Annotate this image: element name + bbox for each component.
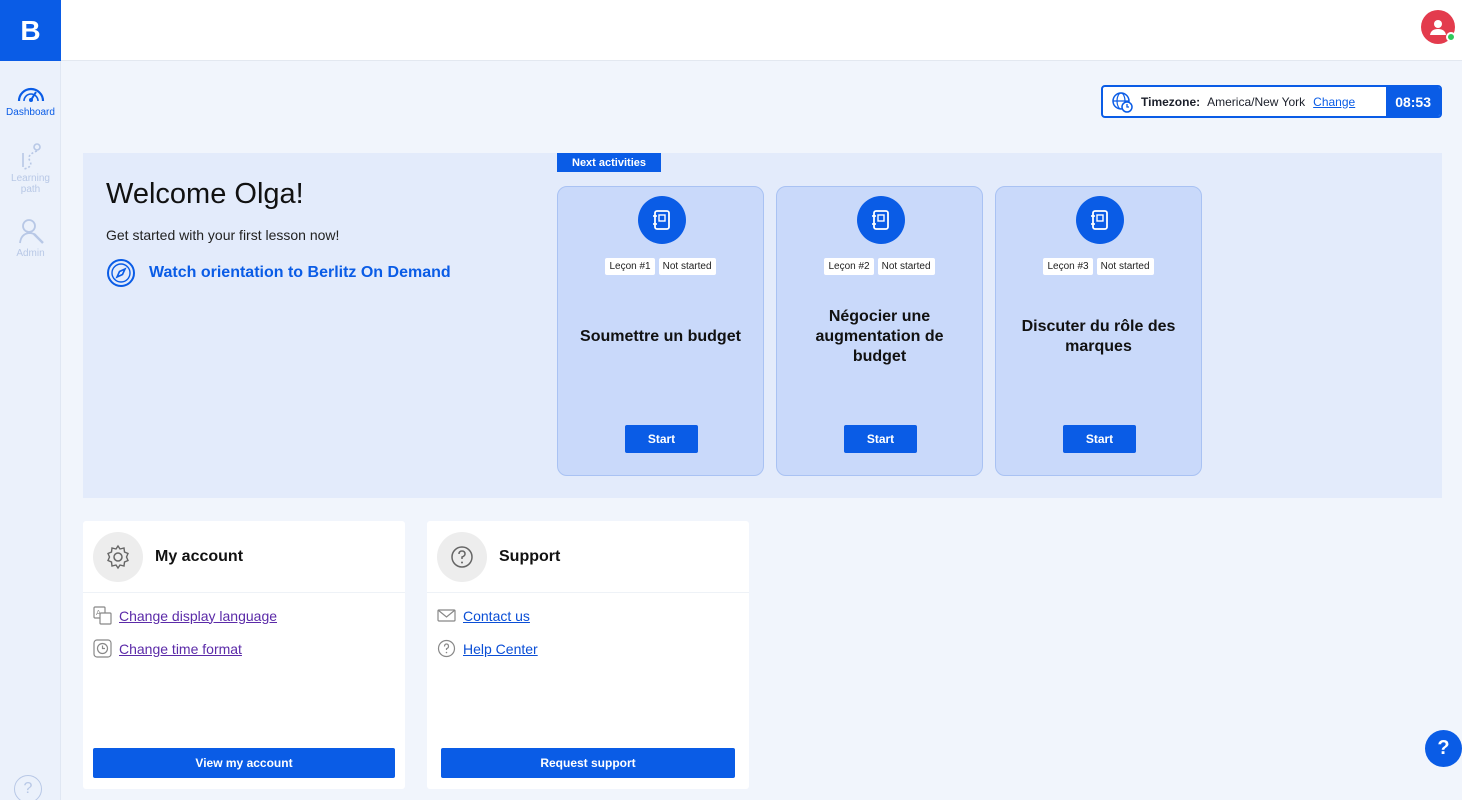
welcome-subtitle: Get started with your first lesson now! bbox=[106, 227, 340, 243]
welcome-title: Welcome Olga! bbox=[106, 178, 304, 210]
help-center-link[interactable]: Help Center bbox=[437, 639, 538, 658]
sidebar-help-icon[interactable]: ? bbox=[14, 775, 42, 800]
current-time: 08:53 bbox=[1386, 87, 1440, 116]
notebook-icon bbox=[857, 196, 905, 244]
lesson-number-badge: Leçon #2 bbox=[824, 258, 874, 275]
orientation-link[interactable]: Watch orientation to Berlitz On Demand bbox=[106, 258, 451, 288]
lesson-number-badge: Leçon #3 bbox=[1043, 258, 1093, 275]
change-display-language-link[interactable]: A Change display language bbox=[93, 606, 277, 625]
lesson-title: Discuter du rôle des marques bbox=[1021, 318, 1176, 355]
start-lesson-button[interactable]: Start bbox=[844, 425, 917, 453]
gauge-icon bbox=[17, 87, 44, 102]
start-lesson-button[interactable]: Start bbox=[1063, 425, 1136, 453]
top-bar bbox=[61, 0, 1462, 61]
sidebar: Dashboard Learning path Admin bbox=[0, 61, 61, 800]
help-icon bbox=[437, 639, 456, 658]
lesson-card-2: Leçon #2 Not started Négocier une augmen… bbox=[776, 186, 983, 476]
user-icon bbox=[1430, 20, 1446, 35]
panel-header: My account bbox=[83, 521, 405, 593]
translate-icon: A bbox=[93, 606, 112, 625]
panel-title: My account bbox=[155, 547, 244, 565]
brand-logo[interactable]: B bbox=[0, 0, 61, 61]
notebook-icon bbox=[638, 196, 686, 244]
globe-clock-icon bbox=[1111, 91, 1133, 113]
lesson-number-badge: Leçon #1 bbox=[605, 258, 655, 275]
view-my-account-button[interactable]: View my account bbox=[93, 748, 395, 778]
sidebar-item-learning-path[interactable]: Learning path bbox=[0, 141, 61, 195]
sidebar-item-admin[interactable]: Admin bbox=[0, 216, 61, 259]
lesson-title: Négocier une augmentation de budget bbox=[815, 308, 944, 365]
panel-title: Support bbox=[499, 547, 561, 565]
lesson-title: Soumettre un budget bbox=[580, 328, 741, 345]
lesson-status-badge: Not started bbox=[877, 258, 935, 275]
svg-text:A: A bbox=[96, 609, 101, 617]
user-avatar[interactable] bbox=[1421, 10, 1456, 44]
support-panel: Support Contact us Help Center Request s… bbox=[427, 521, 749, 789]
timezone-label: Timezone: bbox=[1141, 94, 1201, 109]
lesson-card-3: Leçon #3 Not started Discuter du rôle de… bbox=[995, 186, 1202, 476]
contact-us-link[interactable]: Contact us bbox=[437, 606, 530, 625]
help-fab-icon[interactable]: ? bbox=[1425, 730, 1462, 767]
clock-icon bbox=[93, 639, 112, 658]
lesson-status-badge: Not started bbox=[658, 258, 716, 275]
question-circle-icon bbox=[437, 531, 487, 582]
notebook-icon bbox=[1076, 196, 1124, 244]
envelope-icon bbox=[437, 609, 456, 622]
timezone-widget: Timezone: America/New York Change 08:53 bbox=[1101, 85, 1442, 118]
timezone-value: America/New York bbox=[1207, 94, 1306, 109]
gear-icon bbox=[93, 531, 143, 582]
online-status-dot bbox=[1446, 32, 1456, 42]
my-account-panel: My account A Change display language Cha… bbox=[83, 521, 405, 789]
path-icon bbox=[21, 143, 41, 170]
lesson-card-1: Leçon #1 Not started Soumettre un budget… bbox=[557, 186, 764, 476]
sidebar-item-dashboard[interactable]: Dashboard bbox=[0, 81, 61, 118]
compass-icon bbox=[107, 259, 135, 287]
admin-icon bbox=[18, 219, 44, 244]
lesson-status-badge: Not started bbox=[1096, 258, 1154, 275]
next-activities-tag: Next activities bbox=[557, 153, 661, 172]
change-time-format-link[interactable]: Change time format bbox=[93, 639, 242, 658]
start-lesson-button[interactable]: Start bbox=[625, 425, 698, 453]
panel-header: Support bbox=[427, 521, 749, 593]
timezone-change-link[interactable]: Change bbox=[1313, 95, 1355, 109]
request-support-button[interactable]: Request support bbox=[441, 748, 735, 778]
